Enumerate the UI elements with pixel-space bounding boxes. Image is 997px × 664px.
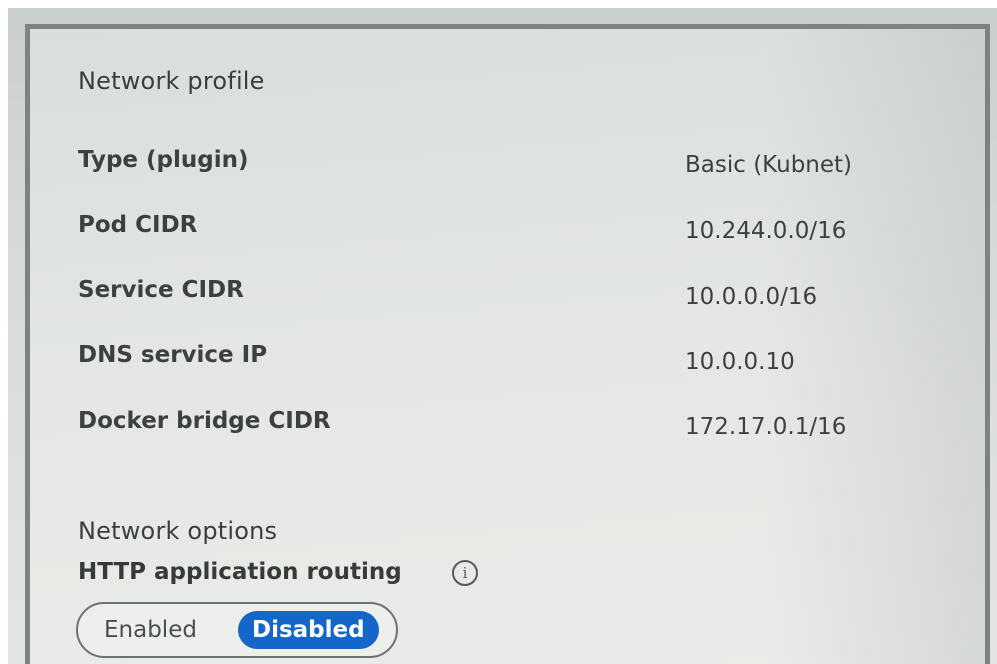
screenshot-page: Network profile Type (plugin) Basic (Kub… [0,0,997,664]
network-settings-panel: Network profile Type (plugin) Basic (Kub… [25,24,990,664]
http-routing-label: HTTP application routing [78,559,402,585]
top-clipped-text [0,0,997,8]
toggle-disabled-option[interactable]: Disabled [238,611,379,649]
photo-frame: Network profile Type (plugin) Basic (Kub… [8,8,997,664]
pod-cidr-label: Pod CIDR [78,212,198,238]
type-plugin-value: Basic (Kubnet) [685,152,853,178]
pod-cidr-value: 10.244.0.0/16 [685,218,847,244]
docker-bridge-cidr-value: 172.17.0.1/16 [685,414,847,440]
docker-bridge-cidr-label: Docker bridge CIDR [78,408,331,434]
toggle-enabled-option[interactable]: Enabled [104,611,197,649]
service-cidr-label: Service CIDR [78,277,244,303]
info-icon[interactable]: i [452,560,478,586]
dns-service-ip-label: DNS service IP [78,342,268,368]
type-plugin-label: Type (plugin) [78,147,249,173]
network-profile-heading: Network profile [78,67,265,95]
network-options-heading: Network options [78,517,278,545]
http-routing-toggle[interactable]: Enabled Disabled [76,602,398,658]
dns-service-ip-value: 10.0.0.10 [685,349,795,375]
service-cidr-value: 10.0.0.0/16 [685,284,818,310]
